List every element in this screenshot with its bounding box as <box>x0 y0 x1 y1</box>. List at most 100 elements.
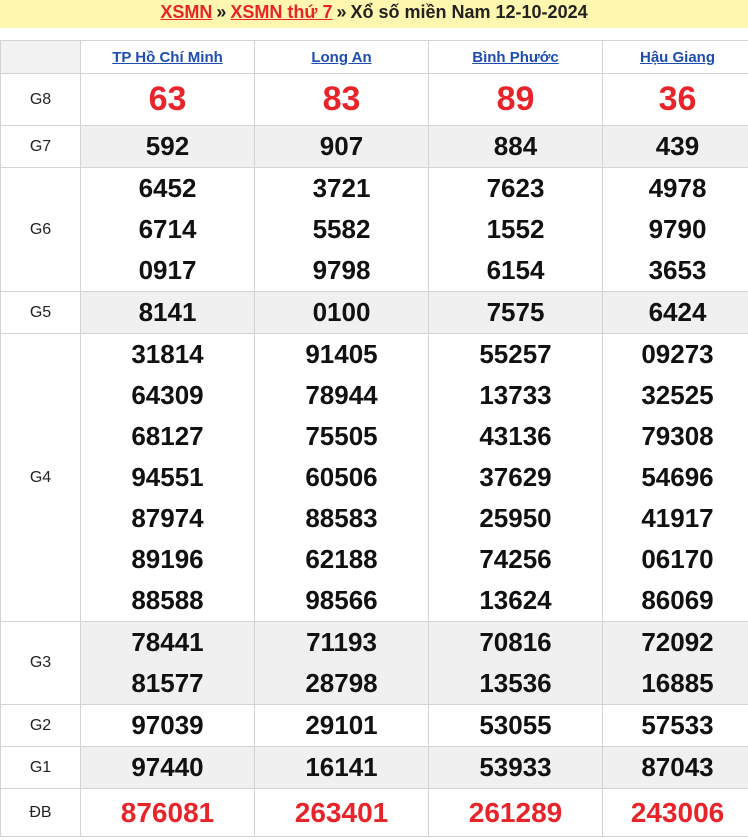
prize-value: 79308 <box>641 421 714 451</box>
prize-value: 91405 <box>305 339 378 369</box>
prize-cell: 70816 13536 <box>428 621 603 705</box>
prize-value: 75505 <box>305 421 378 451</box>
prize-value: 97039 <box>80 704 255 747</box>
prize-value: 68127 <box>131 421 204 451</box>
prize-cell: 4978 9790 3653 <box>602 167 748 292</box>
prize-value: 41917 <box>641 503 714 533</box>
province-link[interactable]: Hậu Giang <box>640 49 715 66</box>
prize-value: 5582 <box>312 214 371 244</box>
prize-value: 88583 <box>305 503 378 533</box>
prize-row-g5: G5 8141 0100 7575 6424 <box>0 291 748 334</box>
prize-row-g6: G6 6452 6714 0917 3721 5582 9798 7623 15… <box>0 167 748 292</box>
province-header[interactable]: Hậu Giang <box>602 40 748 74</box>
prize-cell: 55257 13733 43136 37629 25950 74256 1362… <box>428 333 603 622</box>
province-header[interactable]: TP Hồ Chí Minh <box>80 40 255 74</box>
prize-value: 7623 <box>486 173 545 203</box>
prize-value: 3721 <box>312 173 371 203</box>
prize-value: 16885 <box>641 668 714 698</box>
prize-value: 36 <box>602 73 748 126</box>
prize-value: 86069 <box>641 585 714 615</box>
xsmn-link[interactable]: XSMN <box>160 2 212 22</box>
prize-label: G7 <box>0 125 81 168</box>
prize-value: 70816 <box>479 627 552 657</box>
prize-row-g1: G1 97440 16141 53933 87043 <box>0 746 748 789</box>
prize-value: 8141 <box>80 291 255 334</box>
prize-value: 89196 <box>131 544 204 574</box>
prize-value: 78441 <box>131 627 204 657</box>
prize-row-special: ĐB 876081 263401 261289 243006 <box>0 788 748 837</box>
xsmn-saturday-link[interactable]: XSMN thứ 7 <box>230 2 332 22</box>
province-header[interactable]: Bình Phước <box>428 40 603 74</box>
prize-value: 60506 <box>305 462 378 492</box>
prize-value: 6452 <box>138 173 197 203</box>
prize-cell: 3721 5582 9798 <box>254 167 429 292</box>
prize-value: 09273 <box>641 339 714 369</box>
prize-value: 25950 <box>479 503 552 533</box>
prize-value: 243006 <box>602 788 748 837</box>
results-table: TP Hồ Chí Minh Long An Bình Phước Hậu Gi… <box>0 40 748 837</box>
prize-value: 53933 <box>428 746 603 789</box>
prize-value: 32525 <box>641 380 714 410</box>
page-header: XSMN» XSMN thứ 7» Xổ số miền Nam 12-10-202… <box>0 0 748 28</box>
province-link[interactable]: Bình Phước <box>472 49 559 66</box>
prize-row-g7: G7 592 907 884 439 <box>0 125 748 168</box>
prize-value: 64309 <box>131 380 204 410</box>
prize-label: G4 <box>0 333 81 622</box>
page-title: Xổ số miền Nam 12-10-2024 <box>350 2 588 22</box>
prize-value: 53055 <box>428 704 603 747</box>
prize-row-g8: G8 63 83 89 36 <box>0 73 748 126</box>
corner-cell <box>0 40 81 74</box>
prize-cell: 72092 16885 <box>602 621 748 705</box>
prize-cell: 31814 64309 68127 94551 87974 89196 8858… <box>80 333 255 622</box>
prize-value: 28798 <box>305 668 378 698</box>
prize-label: G1 <box>0 746 81 789</box>
prize-value: 74256 <box>479 544 552 574</box>
prize-value: 62188 <box>305 544 378 574</box>
province-link[interactable]: Long An <box>311 49 371 66</box>
prize-value: 6714 <box>138 214 197 244</box>
prize-value: 439 <box>602 125 748 168</box>
prize-label: G8 <box>0 73 81 126</box>
prize-label: G3 <box>0 621 81 705</box>
prize-cell: 09273 32525 79308 54696 41917 06170 8606… <box>602 333 748 622</box>
prize-value: 907 <box>254 125 429 168</box>
prize-value: 89 <box>428 73 603 126</box>
prize-value: 7575 <box>428 291 603 334</box>
prize-cell: 91405 78944 75505 60506 88583 62188 9856… <box>254 333 429 622</box>
prize-value: 83 <box>254 73 429 126</box>
prize-row-g2: G2 97039 29101 53055 57533 <box>0 704 748 747</box>
prize-value: 9798 <box>312 255 371 285</box>
province-header[interactable]: Long An <box>254 40 429 74</box>
prize-row-g3: G3 78441 81577 71193 28798 70816 13536 7… <box>0 621 748 705</box>
prize-value: 72092 <box>641 627 714 657</box>
breadcrumb-separator: » <box>216 2 227 22</box>
prize-cell: 6452 6714 0917 <box>80 167 255 292</box>
prize-row-g4: G4 31814 64309 68127 94551 87974 89196 8… <box>0 333 748 622</box>
prize-value: 29101 <box>254 704 429 747</box>
prize-value: 81577 <box>131 668 204 698</box>
prize-value: 3653 <box>648 255 707 285</box>
prize-value: 876081 <box>80 788 255 837</box>
prize-value: 63 <box>80 73 255 126</box>
prize-value: 592 <box>80 125 255 168</box>
prize-cell: 7623 1552 6154 <box>428 167 603 292</box>
breadcrumb-separator: » <box>336 2 347 22</box>
prize-value: 71193 <box>306 627 377 657</box>
prize-value: 37629 <box>479 462 552 492</box>
prize-value: 55257 <box>479 339 552 369</box>
prize-value: 54696 <box>641 462 714 492</box>
prize-label: ĐB <box>0 788 81 837</box>
prize-cell: 71193 28798 <box>254 621 429 705</box>
prize-label: G6 <box>0 167 81 292</box>
prize-value: 31814 <box>131 339 204 369</box>
prize-value: 43136 <box>479 421 552 451</box>
prize-value: 6424 <box>602 291 748 334</box>
prize-value: 13536 <box>479 668 552 698</box>
prize-label: G2 <box>0 704 81 747</box>
prize-value: 87043 <box>602 746 748 789</box>
prize-value: 78944 <box>305 380 378 410</box>
province-link[interactable]: TP Hồ Chí Minh <box>112 49 223 66</box>
prize-value: 9790 <box>648 214 707 244</box>
prize-value: 6154 <box>486 255 545 285</box>
prize-value: 1552 <box>486 214 545 244</box>
